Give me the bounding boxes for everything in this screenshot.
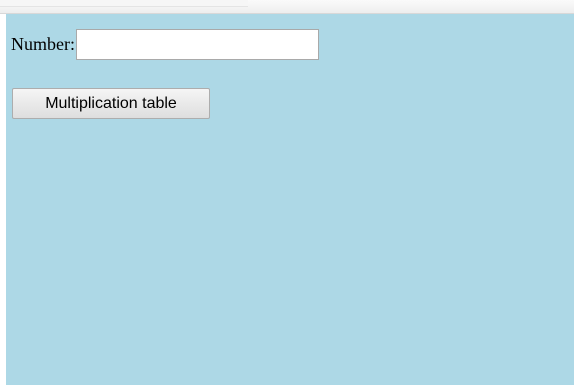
browser-viewport: Number: Multiplication table <box>0 0 574 385</box>
number-input[interactable] <box>75 28 319 60</box>
tab-strip-edge <box>0 0 248 7</box>
multiplication-table-button[interactable]: Multiplication table <box>12 88 210 119</box>
page-body: Number: Multiplication table <box>6 14 574 385</box>
number-label: Number: <box>11 34 75 54</box>
browser-top-edge <box>0 0 574 14</box>
number-form-row: Number: <box>11 28 319 60</box>
